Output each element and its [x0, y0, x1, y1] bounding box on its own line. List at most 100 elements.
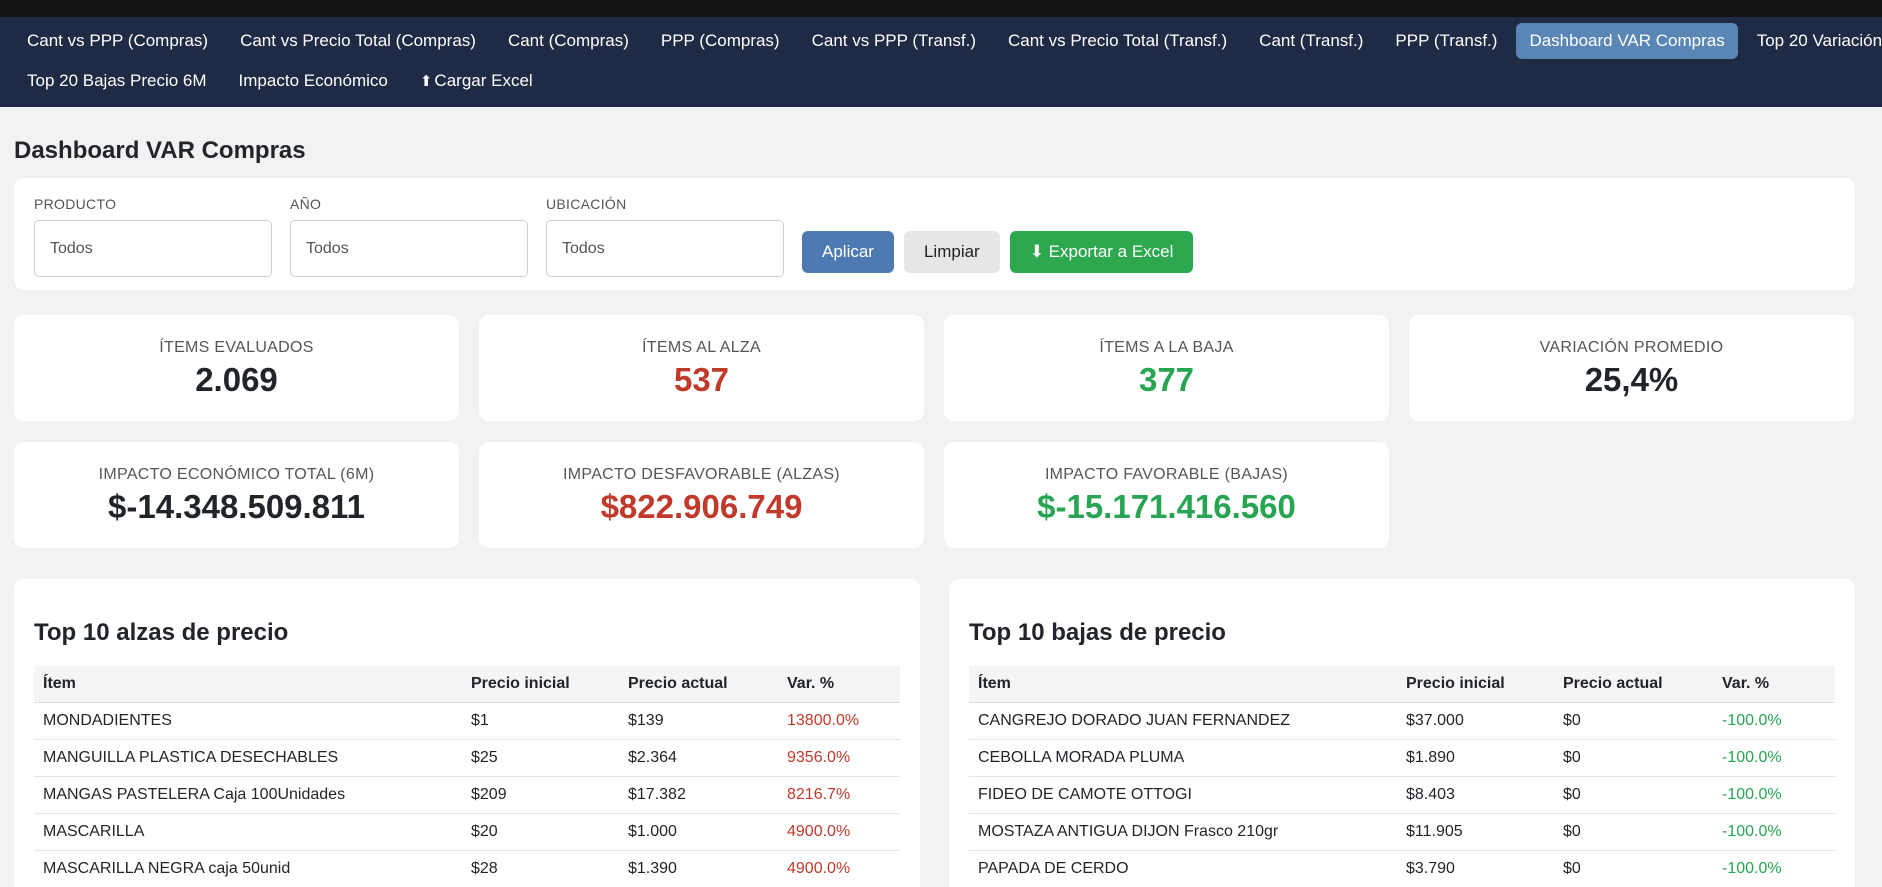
current-price-cell: $1.390	[619, 850, 778, 887]
upload-arrow-icon: ⬆	[419, 73, 433, 90]
kpi-card-impacto-desfavorable-alzas: IMPACTO DESFAVORABLE (ALZAS) $822.906.749	[479, 442, 924, 548]
kpi-card-variacion-promedio: VARIACIÓN PROMEDIO 25,4%	[1409, 315, 1854, 421]
top-bajas-panel: Top 10 bajas de precio Ítem Precio inicia…	[949, 579, 1855, 887]
nav-tab-label: Top 20 Bajas Precio 6M	[27, 71, 207, 90]
nav-tab-impacto-economico[interactable]: Impacto Económico	[226, 63, 401, 99]
nav-tab-label: Impacto Económico	[238, 71, 388, 90]
current-price-cell: $2.364	[619, 739, 778, 777]
filter-anio: AÑO	[290, 196, 528, 277]
item-cell: MANGUILLA PLASTICA DESECHABLES	[34, 739, 462, 777]
kpi-value: $-15.171.416.560	[1037, 488, 1296, 525]
initial-price-cell: $1.890	[1397, 739, 1554, 777]
initial-price-cell: $20	[462, 813, 619, 851]
item-cell: MASCARILLA NEGRA caja 50unid	[34, 850, 462, 887]
nav-tab-cant-compras[interactable]: Cant (Compras)	[495, 23, 642, 59]
table-row: CEBOLLA MORADA PLUMA $1.890 $0 -100.0%	[969, 739, 1835, 777]
item-cell: PAPADA DE CERDO	[969, 850, 1397, 887]
nav-tab-top-20-bajas-precio-6m[interactable]: Top 20 Bajas Precio 6M	[14, 63, 220, 99]
table-row: MANGAS PASTELERA Caja 100Unidades $209 $17…	[34, 776, 900, 814]
nav-tab-cant-vs-precio-total-transf[interactable]: Cant vs Precio Total (Transf.)	[995, 23, 1240, 59]
top-bajas-table: Ítem Precio inicial Precio actual Var. % CA…	[969, 666, 1835, 887]
initial-price-cell: $28	[462, 850, 619, 887]
variation-cell: -100.0%	[1713, 776, 1835, 814]
nav-tab-cant-transf[interactable]: Cant (Transf.)	[1246, 23, 1376, 59]
variation-cell: 4900.0%	[778, 850, 900, 887]
item-cell: MANGAS PASTELERA Caja 100Unidades	[34, 776, 462, 814]
nav-tab-label: Cargar Excel	[434, 71, 533, 90]
apply-button[interactable]: Aplicar	[802, 231, 894, 273]
kpi-card-items-a-la-baja: ÍTEMS A LA BAJA 377	[944, 315, 1389, 421]
column-header-precio-inicial: Precio inicial	[462, 666, 619, 703]
nav-tab-label: Dashboard VAR Compras	[1529, 31, 1725, 50]
kpi-value: $-14.348.509.811	[108, 488, 365, 525]
item-cell: CEBOLLA MORADA PLUMA	[969, 739, 1397, 777]
kpi-cards-row-1: ÍTEMS EVALUADOS 2.069 ÍTEMS AL ALZA 537 ÍTEM…	[14, 315, 1868, 421]
ubicacion-input[interactable]	[546, 220, 784, 277]
kpi-label: IMPACTO FAVORABLE (BAJAS)	[1044, 466, 1289, 483]
current-price-cell: $0	[1554, 850, 1713, 887]
item-cell: MASCARILLA	[34, 813, 462, 851]
kpi-cards-row-2: IMPACTO ECONÓMICO TOTAL (6M) $-14.348.509…	[14, 442, 1868, 548]
column-header-var: Var. %	[778, 666, 900, 703]
column-header-var: Var. %	[1713, 666, 1835, 703]
nav-tab-cant-vs-ppp-transf[interactable]: Cant vs PPP (Transf.)	[799, 23, 989, 59]
filter-producto: PRODUCTO	[34, 196, 272, 277]
nav-tab-label: PPP (Compras)	[660, 31, 780, 50]
export-excel-button[interactable]: ⬇ Exportar a Excel	[1009, 231, 1194, 273]
column-header-precio-inicial: Precio inicial	[1397, 666, 1554, 703]
variation-cell: 9356.0%	[778, 739, 900, 777]
current-price-cell: $1.000	[619, 813, 778, 851]
initial-price-cell: $11.905	[1397, 813, 1554, 851]
kpi-value: 537	[673, 361, 730, 398]
kpi-value: $822.906.749	[600, 488, 803, 525]
kpi-value: 2.069	[195, 361, 278, 398]
filter-ubicacion: UBICACIÓN	[546, 196, 784, 277]
column-header-item: Ítem	[34, 666, 462, 703]
top-alzas-table: Ítem Precio inicial Precio actual Var. % MO…	[34, 666, 900, 887]
top-alzas-title: Top 10 alzas de precio	[34, 619, 289, 646]
nav-tab-label: Cant vs PPP (Transf.)	[811, 31, 976, 50]
nav-tab-label: Cant (Transf.)	[1259, 31, 1364, 50]
anio-input[interactable]	[290, 220, 528, 277]
nav-tab-ppp-transf[interactable]: PPP (Transf.)	[1382, 23, 1510, 59]
producto-input[interactable]	[34, 220, 272, 277]
kpi-value: 377	[1138, 361, 1195, 398]
variation-cell: -100.0%	[1713, 850, 1835, 887]
current-price-cell: $139	[619, 702, 778, 740]
table-row: MASCARILLA $20 $1.000 4900.0%	[34, 813, 900, 851]
nav-row-1: Cant vs PPP (Compras) Cant vs Precio Tota…	[14, 21, 1882, 61]
column-header-precio-actual: Precio actual	[619, 666, 778, 703]
nav-tab-cant-vs-ppp-compras[interactable]: Cant vs PPP (Compras)	[14, 23, 221, 59]
nav-tab-top-20-variacion-6m[interactable]: Top 20 Variación 6M	[1744, 23, 1882, 59]
table-row: PAPADA DE CERDO $3.790 $0 -100.0%	[969, 850, 1835, 887]
initial-price-cell: $25	[462, 739, 619, 777]
current-price-cell: $0	[1554, 776, 1713, 814]
variation-cell: -100.0%	[1713, 739, 1835, 777]
initial-price-cell: $8.403	[1397, 776, 1554, 814]
nav-tab-dashboard-var-compras[interactable]: Dashboard VAR Compras	[1516, 23, 1738, 59]
kpi-card-items-al-alza: ÍTEMS AL ALZA 537	[479, 315, 924, 421]
table-header-row: Ítem Precio inicial Precio actual Var. %	[969, 666, 1835, 703]
table-row: MANGUILLA PLASTICA DESECHABLES $25 $2.364 9…	[34, 739, 900, 777]
top-bajas-title: Top 10 bajas de precio	[969, 619, 1226, 646]
table-row: MOSTAZA ANTIGUA DIJON Frasco 210gr $11.90…	[969, 813, 1835, 851]
initial-price-cell: $37.000	[1397, 702, 1554, 740]
table-row: MASCARILLA NEGRA caja 50unid $28 $1.390 490…	[34, 850, 900, 887]
nav-tab-cargar-excel[interactable]: ⬆ Cargar Excel	[407, 63, 546, 99]
kpi-label: ÍTEMS AL ALZA	[642, 339, 761, 356]
item-cell: FIDEO DE CAMOTE OTTOGI	[969, 776, 1397, 814]
variation-cell: -100.0%	[1713, 702, 1835, 740]
current-price-cell: $17.382	[619, 776, 778, 814]
variation-cell: 4900.0%	[778, 813, 900, 851]
current-price-cell: $0	[1554, 739, 1713, 777]
item-cell: MONDADIENTES	[34, 702, 462, 740]
tables-section: Top 10 alzas de precio Ítem Precio inicia…	[14, 579, 1868, 887]
nav-tab-cant-vs-precio-total-compras[interactable]: Cant vs Precio Total (Compras)	[227, 23, 489, 59]
variation-cell: 8216.7%	[778, 776, 900, 814]
table-row: FIDEO DE CAMOTE OTTOGI $8.403 $0 -100.0%	[969, 776, 1835, 814]
current-price-cell: $0	[1554, 813, 1713, 851]
kpi-label: ÍTEMS A LA BAJA	[1099, 339, 1234, 356]
dashboard-page: Dashboard VAR Compras PRODUCTO AÑO UBICA…	[0, 137, 1882, 887]
nav-tab-ppp-compras[interactable]: PPP (Compras)	[648, 23, 793, 59]
clear-button[interactable]: Limpiar	[903, 231, 1000, 273]
